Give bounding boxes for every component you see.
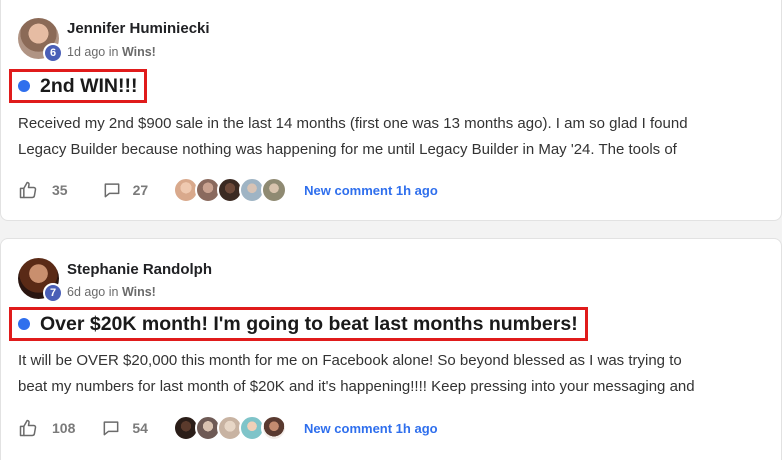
comment-count: 54: [132, 420, 148, 436]
post-title-highlight: Over $20K month! I'm going to beat last …: [9, 307, 588, 341]
in-label: in: [108, 285, 119, 299]
comment-button[interactable]: 27: [102, 180, 149, 200]
post-meta: 1d ago in Wins!: [67, 45, 156, 59]
post-card[interactable]: 7 Stephanie Randolph 6d ago in Wins! Ove…: [0, 238, 782, 460]
speech-bubble-icon: [102, 180, 122, 200]
like-count: 108: [52, 420, 76, 436]
avatar[interactable]: 7: [18, 258, 63, 303]
avatar[interactable]: 6: [18, 18, 63, 63]
author-name[interactable]: Jennifer Huminiecki: [67, 20, 210, 37]
author-name[interactable]: Stephanie Randolph: [67, 261, 212, 278]
new-comment-link[interactable]: New comment 1h ago: [304, 183, 438, 198]
in-label: in: [108, 45, 119, 59]
post-card[interactable]: 6 Jennifer Huminiecki 1d ago in Wins! 2n…: [0, 0, 782, 221]
post-title-highlight: 2nd WIN!!!: [9, 69, 148, 103]
post-time: 1d ago: [67, 45, 106, 59]
commenter-avatars[interactable]: [172, 415, 287, 441]
post-body[interactable]: It will be OVER $20,000 this month for m…: [18, 348, 768, 400]
body-line: Received my 2nd $900 sale in the last 14…: [18, 115, 688, 132]
unread-dot-icon: [18, 318, 30, 330]
comment-count: 27: [132, 182, 149, 198]
category-link[interactable]: Wins!: [122, 45, 156, 59]
body-line: Legacy Builder because nothing was happe…: [18, 141, 677, 158]
body-line: beat my numbers for last month of $20K a…: [18, 378, 695, 395]
unread-dot-icon: [18, 80, 30, 92]
thumbs-up-icon: [18, 418, 38, 438]
category-link[interactable]: Wins!: [122, 285, 156, 299]
body-line: It will be OVER $20,000 this month for m…: [18, 352, 682, 369]
like-count: 35: [52, 182, 68, 198]
community-feed: 6 Jennifer Huminiecki 1d ago in Wins! 2n…: [0, 0, 782, 460]
level-badge: 7: [43, 283, 63, 303]
commenter-avatar: [260, 415, 287, 441]
commenter-avatar: [261, 177, 288, 203]
comment-button[interactable]: 54: [101, 418, 148, 438]
speech-bubble-icon: [101, 418, 121, 438]
post-title[interactable]: 2nd WIN!!!: [40, 75, 137, 98]
thumbs-up-icon: [18, 180, 38, 200]
post-meta: 6d ago in Wins!: [67, 285, 156, 299]
post-title[interactable]: Over $20K month! I'm going to beat last …: [40, 313, 578, 336]
post-body[interactable]: Received my 2nd $900 sale in the last 14…: [18, 111, 768, 163]
commenter-avatars[interactable]: [173, 177, 288, 203]
level-badge: 6: [43, 43, 63, 63]
like-button[interactable]: 108: [18, 418, 75, 438]
post-time: 6d ago: [67, 285, 106, 299]
post-actions: 108 54 New comment 1h ago: [18, 415, 438, 441]
like-button[interactable]: 35: [18, 180, 68, 200]
post-actions: 35 27 New comment 1h ago: [18, 177, 438, 203]
new-comment-link[interactable]: New comment 1h ago: [304, 421, 438, 436]
